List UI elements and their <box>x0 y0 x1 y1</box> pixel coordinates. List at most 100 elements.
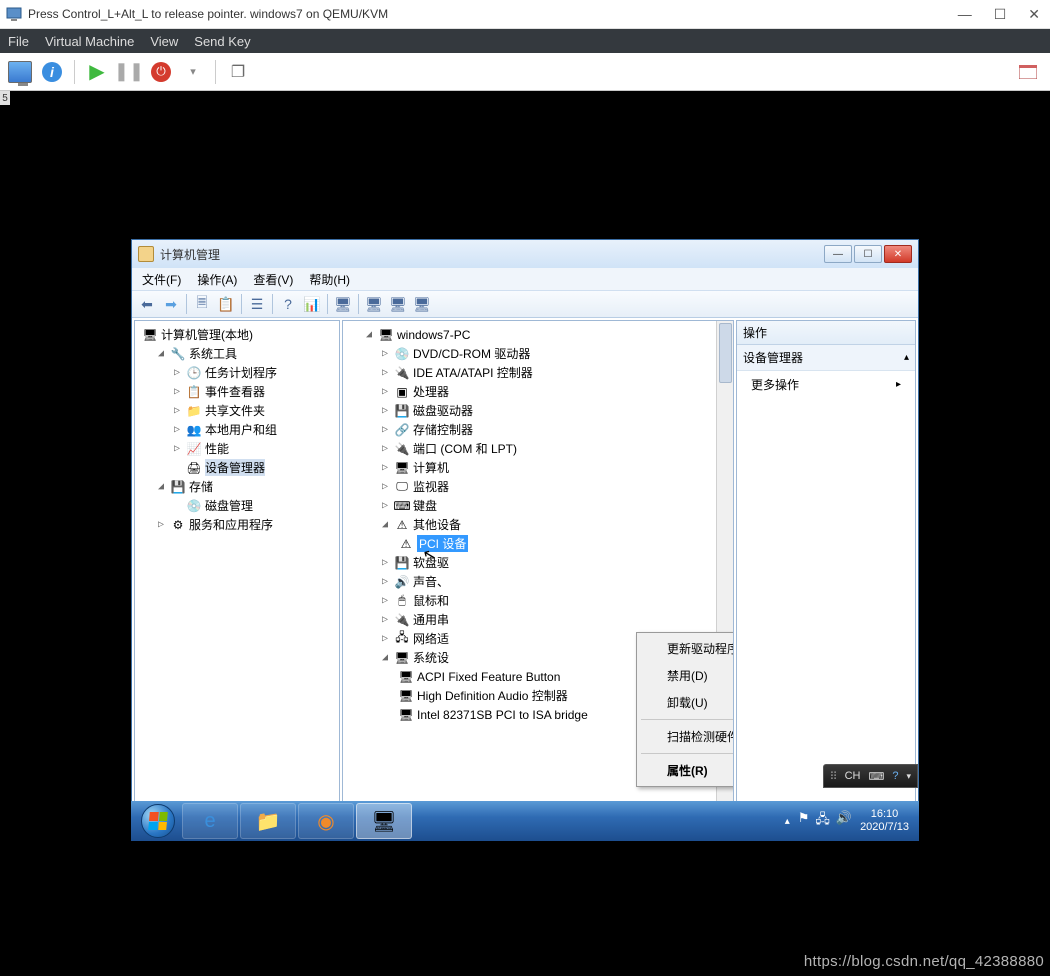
tb-pause-button[interactable]: ❚❚ <box>117 60 141 84</box>
cm-disable[interactable]: 禁用(D) <box>639 662 733 689</box>
tb-uninstall-button[interactable]: 🖥 <box>411 293 433 315</box>
menu-vm[interactable]: Virtual Machine <box>45 34 134 49</box>
tb-power-button[interactable]: ⏻ <box>149 60 173 84</box>
tb-forward-button[interactable]: ➡ <box>160 293 182 315</box>
chevron-right-icon: ▸ <box>896 379 901 390</box>
tb-run-button[interactable]: ▶ <box>85 60 109 84</box>
tree-node-storage[interactable]: ◢💾存储 <box>137 477 337 496</box>
tb-fullscreen-button[interactable] <box>1016 60 1040 84</box>
cm-properties[interactable]: 属性(R) <box>639 757 733 784</box>
mgmt-close-button[interactable]: ✕ <box>884 245 912 263</box>
tree-node-services[interactable]: ▷⚙服务和应用程序 <box>137 515 337 534</box>
cm-scan-hardware[interactable]: 扫描检测硬件改动(A) <box>639 723 733 750</box>
tree-node-local-users[interactable]: ▷👥本地用户和组 <box>137 420 337 439</box>
tray-clock[interactable]: 16:10 2020/7/13 <box>860 808 909 834</box>
vm-app-icon <box>6 6 22 22</box>
device-tree-panel: ◢🖥windows7-PC ▷💿DVD/CD-ROM 驱动器 ▷🔌IDE ATA… <box>342 320 734 831</box>
tb-up-button[interactable]: 🗏 <box>191 293 213 315</box>
ime-help-icon[interactable]: ? <box>892 770 898 782</box>
dev-cpu[interactable]: ▷▣处理器 <box>345 382 715 401</box>
ime-language-bar[interactable]: ⠿ CH ⌨ ? ▾ <box>823 764 919 788</box>
outer-titlebar[interactable]: Press Control_L+Alt_L to release pointer… <box>0 0 1050 29</box>
actions-more[interactable]: 更多操作 ▸ <box>737 371 915 398</box>
mgmt-max-button[interactable]: ☐ <box>854 245 882 263</box>
actions-subheader[interactable]: 设备管理器 ▴ <box>737 345 915 371</box>
vm-guest-screen: 计算机管理 — ☐ ✕ 文件(F) 操作(A) 查看(V) 帮助(H) ⬅ ➡ … <box>0 91 1050 976</box>
cm-uninstall[interactable]: 卸载(U) <box>639 689 733 716</box>
menu-help[interactable]: 帮助(H) <box>303 269 356 290</box>
mgmt-toolbar: ⬅ ➡ 🗏 📋 ☰ ? 📊 🖥 🖥 🖥 🖥 <box>132 290 918 318</box>
actions-panel: 操作 设备管理器 ▴ 更多操作 ▸ <box>736 320 916 831</box>
tray-network-icon[interactable]: 🖧 <box>815 810 830 832</box>
outer-min-button[interactable]: — <box>958 6 972 23</box>
task-explorer[interactable]: 📁 <box>240 803 296 839</box>
outer-hscroll-marker: 5 <box>0 91 10 105</box>
task-computer-mgmt[interactable]: 🖥 <box>356 803 412 839</box>
tree-node-shared-folders[interactable]: ▷📁共享文件夹 <box>137 401 337 420</box>
dev-mouse[interactable]: ▷🖱鼠标和 <box>345 591 715 610</box>
menu-file[interactable]: 文件(F) <box>136 269 187 290</box>
task-media-player[interactable]: ◉ <box>298 803 354 839</box>
tray-volume-icon[interactable]: 🔊 <box>836 810 852 832</box>
dev-sound[interactable]: ▷🔊声音、 <box>345 572 715 591</box>
mgmt-min-button[interactable]: — <box>824 245 852 263</box>
tb-refresh-button[interactable]: 📊 <box>301 293 323 315</box>
tree-node-device-manager[interactable]: 🖨设备管理器 <box>137 458 337 477</box>
tb-snapshot-button[interactable]: ❐ <box>226 60 250 84</box>
menu-sendkey[interactable]: Send Key <box>194 34 250 49</box>
outer-max-button[interactable]: ☐ <box>994 6 1007 23</box>
menu-view[interactable]: 查看(V) <box>247 269 299 290</box>
dev-ports[interactable]: ▷🔌端口 (COM 和 LPT) <box>345 439 715 458</box>
collapse-icon: ▴ <box>904 352 909 363</box>
tb-info-button[interactable]: i <box>40 60 64 84</box>
dev-monitor[interactable]: ▷🖵监视器 <box>345 477 715 496</box>
start-button[interactable] <box>135 802 181 840</box>
tb-back-button[interactable]: ⬅ <box>136 293 158 315</box>
tb-show-hide-button[interactable]: 📋 <box>215 293 237 315</box>
tb-help-button[interactable]: ? <box>277 293 299 315</box>
dev-root[interactable]: ◢🖥windows7-PC <box>345 325 715 344</box>
dev-storage-ctrl[interactable]: ▷🔗存储控制器 <box>345 420 715 439</box>
mgmt-nav-tree: 🖥计算机管理(本地) ◢🔧系统工具 ▷🕒任务计划程序 ▷📋事件查看器 ▷📁共享文… <box>134 320 340 831</box>
tb-power-dropdown[interactable]: ▾ <box>181 60 205 84</box>
ime-options-icon[interactable]: ▾ <box>906 771 911 782</box>
tree-node-disk-mgmt[interactable]: 💿磁盘管理 <box>137 496 337 515</box>
ime-keyboard-icon[interactable]: ⌨ <box>868 770 884 783</box>
dev-pci-device[interactable]: ⚠PCI 设备 <box>345 534 715 553</box>
tree-node-root[interactable]: 🖥计算机管理(本地) <box>137 325 337 344</box>
outer-close-button[interactable]: ✕ <box>1028 6 1040 23</box>
tb-console-button[interactable] <box>8 60 32 84</box>
tree-node-task-scheduler[interactable]: ▷🕒任务计划程序 <box>137 363 337 382</box>
outer-title: Press Control_L+Alt_L to release pointer… <box>28 7 388 21</box>
tree-node-event-viewer[interactable]: ▷📋事件查看器 <box>137 382 337 401</box>
menu-file[interactable]: File <box>8 34 29 49</box>
dev-ide[interactable]: ▷🔌IDE ATA/ATAPI 控制器 <box>345 363 715 382</box>
menu-action[interactable]: 操作(A) <box>191 269 243 290</box>
ime-lang[interactable]: CH <box>845 770 861 782</box>
tree-node-system-tools[interactable]: ◢🔧系统工具 <box>137 344 337 363</box>
tb-update-driver-button[interactable]: 🖥 <box>363 293 385 315</box>
dev-computer[interactable]: ▷🖥计算机 <box>345 458 715 477</box>
dev-dvd[interactable]: ▷💿DVD/CD-ROM 驱动器 <box>345 344 715 363</box>
dev-other[interactable]: ◢⚠其他设备 <box>345 515 715 534</box>
tb-scan-button[interactable]: 🖥 <box>332 293 354 315</box>
tray-show-hidden-icon[interactable]: ▴ <box>785 816 790 827</box>
dev-keyboard[interactable]: ▷⌨键盘 <box>345 496 715 515</box>
tb-disable-button[interactable]: 🖥 <box>387 293 409 315</box>
menu-view[interactable]: View <box>150 34 178 49</box>
outer-menubar: File Virtual Machine View Send Key <box>0 29 1050 53</box>
tree-node-performance[interactable]: ▷📈性能 <box>137 439 337 458</box>
tb-properties-button[interactable]: ☰ <box>246 293 268 315</box>
dev-disk[interactable]: ▷💾磁盘驱动器 <box>345 401 715 420</box>
tb-sep <box>74 60 75 84</box>
dev-usb[interactable]: ▷🔌通用串 <box>345 610 715 629</box>
system-tray: ▴ ⚑ 🖧 🔊 16:10 2020/7/13 <box>785 808 915 834</box>
clock-date: 2020/7/13 <box>860 821 909 834</box>
cm-separator <box>641 719 733 720</box>
cm-update-driver[interactable]: 更新驱动程序软件(P)... <box>639 635 733 662</box>
dev-floppy[interactable]: ▷💾软盘驱 <box>345 553 715 572</box>
mgmt-titlebar[interactable]: 计算机管理 — ☐ ✕ <box>132 240 918 268</box>
tray-flag-icon[interactable]: ⚑ <box>798 810 810 832</box>
task-ie[interactable]: e <box>182 803 238 839</box>
mgmt-window-icon <box>138 246 154 262</box>
